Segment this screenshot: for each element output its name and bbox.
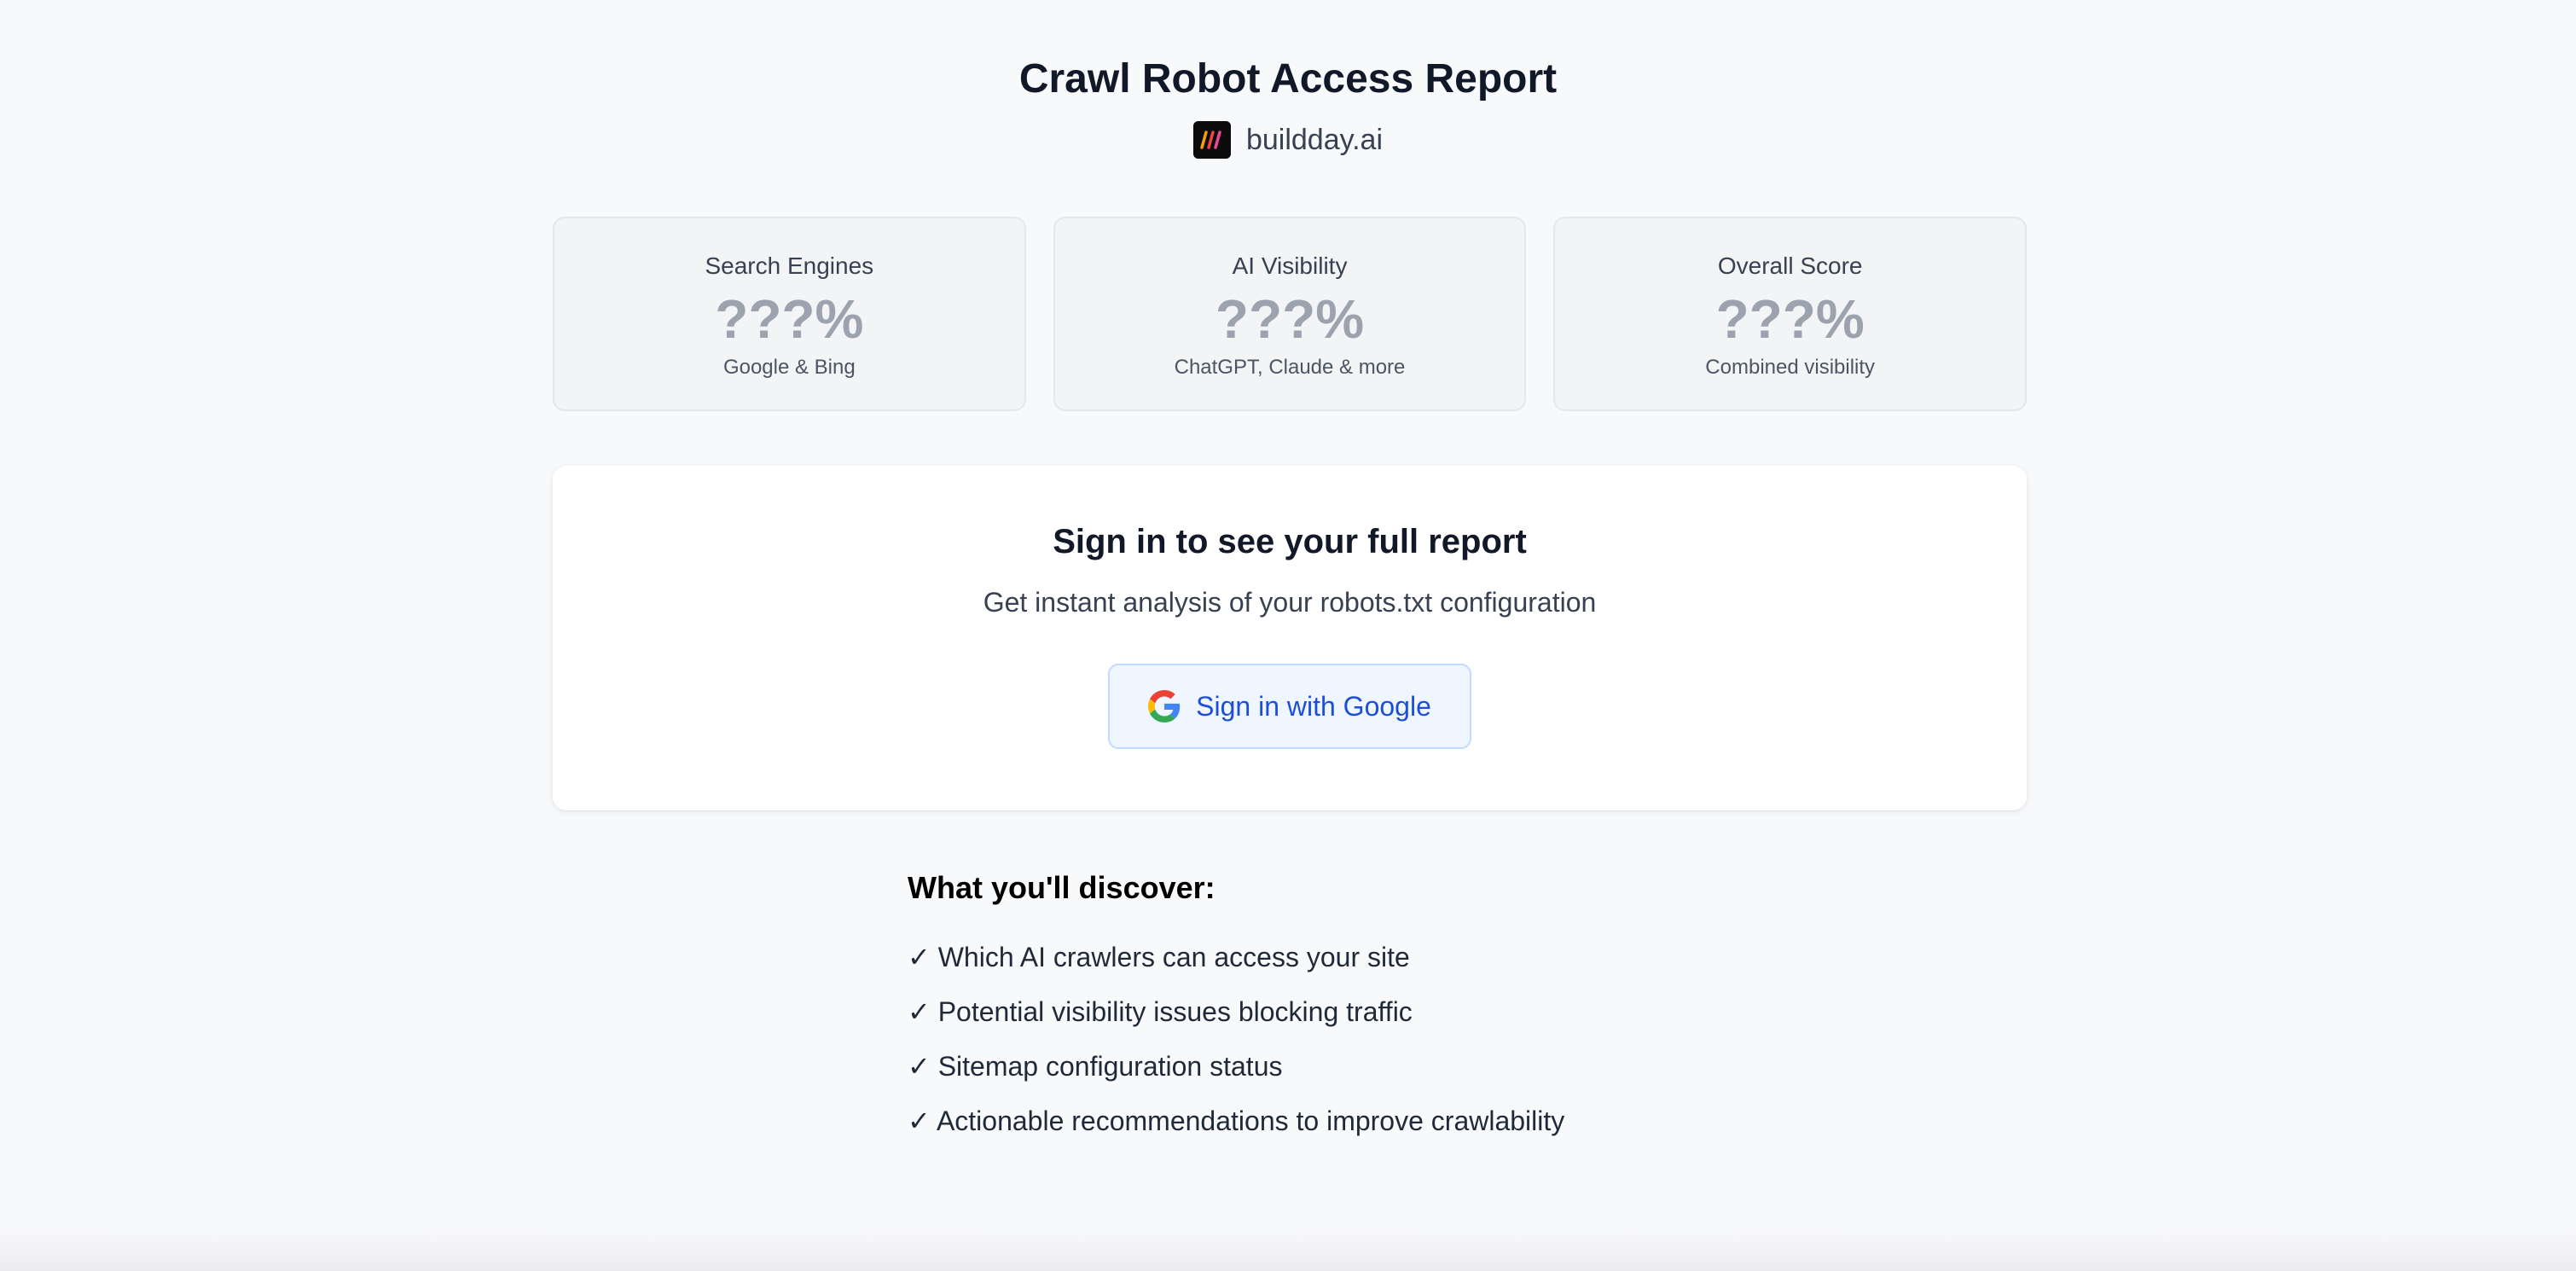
discover-title: What you'll discover: bbox=[908, 870, 1215, 905]
signin-subheading: Get instant analysis of your robots.txt … bbox=[983, 587, 1597, 618]
stat-subtitle: Combined visibility bbox=[1705, 356, 1876, 379]
stats-row: Search Engines ???% Google & Bing AI Vis… bbox=[553, 217, 2028, 411]
report-header: Crawl Robot Access Report buildday.ai bbox=[0, 48, 2576, 159]
sign-in-with-google-label: Sign in with Google bbox=[1196, 690, 1431, 722]
stat-card-overall-score: Overall Score ???% Combined visibility bbox=[1553, 217, 2028, 411]
site-identity: buildday.ai bbox=[0, 121, 2576, 159]
page-title: Crawl Robot Access Report bbox=[1018, 56, 1558, 102]
buildday-logo-icon bbox=[1192, 121, 1231, 159]
stat-subtitle: ChatGPT, Claude & more bbox=[1174, 356, 1406, 379]
bottom-edge-shadow bbox=[0, 1228, 2576, 1271]
stat-label: AI Visibility bbox=[1232, 252, 1348, 279]
stat-label: Search Engines bbox=[705, 252, 874, 279]
site-name: buildday.ai bbox=[1245, 124, 1384, 156]
stat-card-search-engines: Search Engines ???% Google & Bing bbox=[553, 217, 1026, 411]
stat-subtitle: Google & Bing bbox=[722, 356, 856, 379]
stat-value: ???% bbox=[715, 288, 864, 350]
stat-value: ???% bbox=[1715, 288, 1865, 350]
google-icon bbox=[1148, 690, 1181, 723]
signin-heading: Sign in to see your full report bbox=[1053, 523, 1527, 560]
signin-card: Sign in to see your full report Get inst… bbox=[553, 466, 2027, 810]
discover-section: What you'll discover: ✓ Which AI crawler… bbox=[908, 865, 1761, 1148]
stat-label: Overall Score bbox=[1717, 252, 1863, 279]
report-page: Crawl Robot Access Report buildday.ai Se… bbox=[0, 0, 2576, 1271]
list-item: ✓ Sitemap configuration status bbox=[908, 1051, 1283, 1082]
list-item: ✓ Actionable recommendations to improve … bbox=[908, 1106, 1565, 1136]
list-item: ✓ Potential visibility issues blocking t… bbox=[908, 996, 1413, 1027]
sign-in-with-google-button[interactable]: Sign in with Google bbox=[1108, 664, 1471, 749]
stat-card-ai-visibility: AI Visibility ???% ChatGPT, Claude & mor… bbox=[1053, 217, 1527, 411]
discover-list: ✓ Which AI crawlers can access your site… bbox=[908, 930, 1761, 1148]
list-item: ✓ Which AI crawlers can access your site bbox=[908, 942, 1410, 972]
stat-value: ???% bbox=[1215, 288, 1365, 350]
